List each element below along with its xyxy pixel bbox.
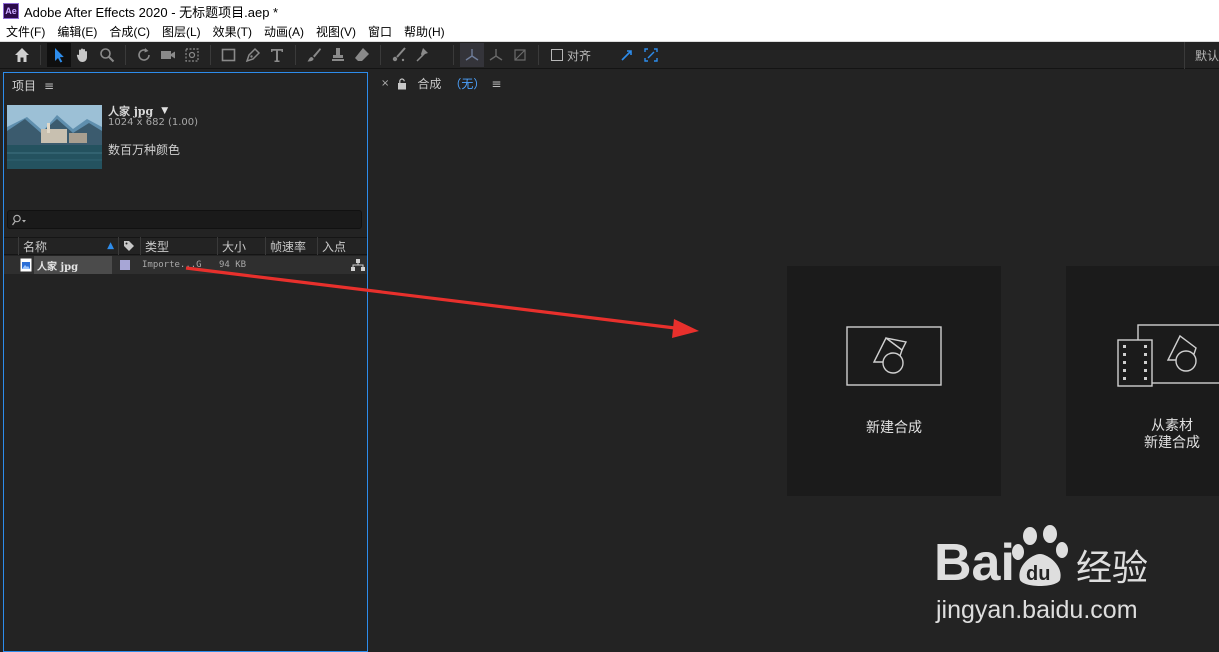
svg-text:du: du — [1026, 563, 1050, 585]
baidu-jingyan-logo: Bai du 经验 jingyan.baidu.com — [934, 525, 1148, 624]
watermark-url: jingyan.baidu.com — [935, 596, 1138, 624]
svg-text:Bai: Bai — [934, 534, 1015, 592]
svg-text:经验: 经验 — [1076, 548, 1148, 589]
baidu-watermark: Bai du 经验 jingyan.baidu.com — [930, 522, 1210, 632]
